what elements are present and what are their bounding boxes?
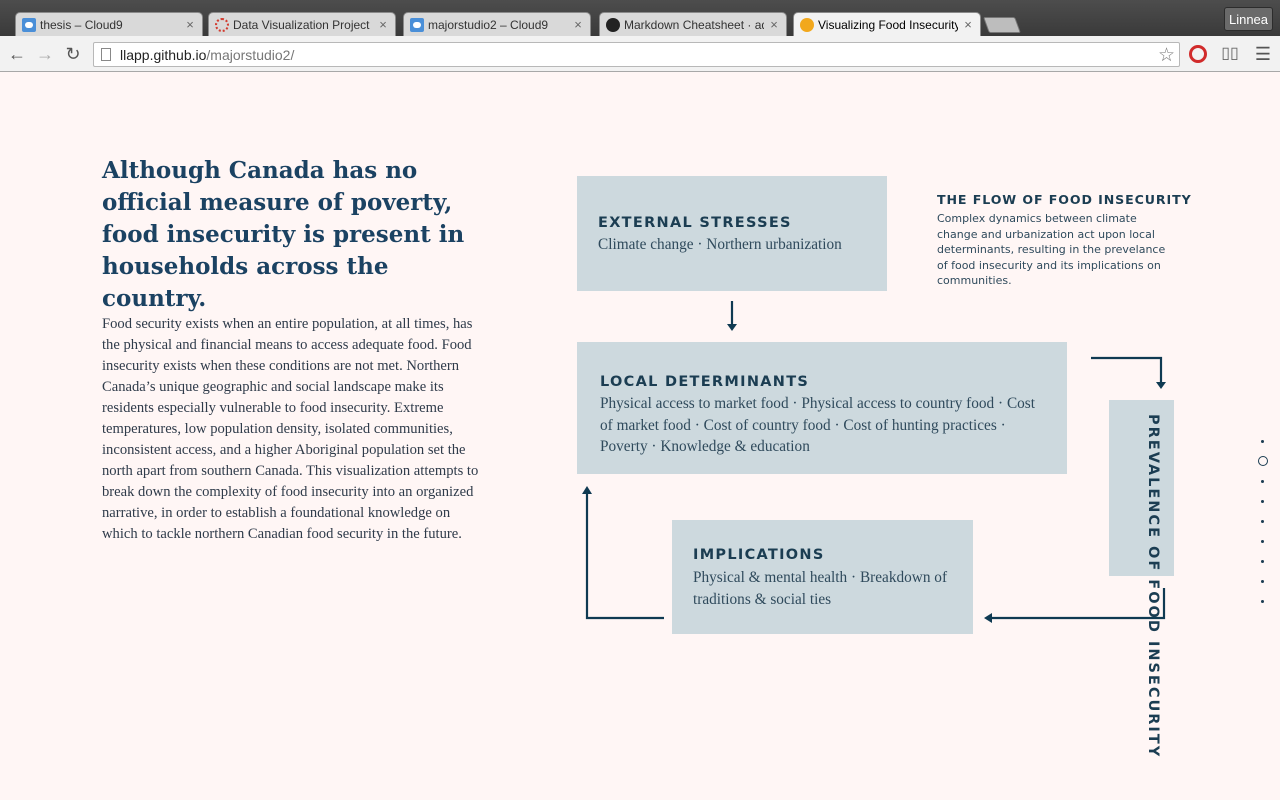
scroll-nav-dot[interactable] <box>1261 440 1264 443</box>
external-stresses-text: Climate change · Northern urbanization <box>598 236 842 253</box>
arrowhead-up <box>582 486 592 494</box>
new-tab-button[interactable] <box>983 17 1021 33</box>
scroll-nav-dot[interactable] <box>1261 580 1264 583</box>
tab-majorstudio2-cloud9[interactable]: majorstudio2 – Cloud9 × <box>403 12 591 36</box>
arrowhead-down <box>1156 382 1166 389</box>
arrow-local-to-prevalence <box>1091 356 1163 384</box>
bookmark-star-icon[interactable]: ☆ <box>1158 44 1175 67</box>
prevalence-box: PREVALENCE OF FOOD INSECURITY <box>1109 400 1174 758</box>
tab-data-visualization-project[interactable]: Data Visualization Project × <box>208 12 396 36</box>
cloud9-icon <box>410 17 424 32</box>
arrowhead-down <box>727 324 737 331</box>
tab-title: Markdown Cheatsheet · ad <box>624 17 764 32</box>
reader-extension-icon[interactable]: ▯▯ <box>1221 45 1239 63</box>
address-bar[interactable]: llapp.github.io/majorstudio2/ ☆ <box>93 42 1180 67</box>
close-icon[interactable]: × <box>377 17 389 32</box>
local-determinants-title: LOCAL DETERMINANTS <box>600 374 810 390</box>
close-icon[interactable]: × <box>768 17 780 32</box>
local-determinants-box: LOCAL DETERMINANTS Physical access to ma… <box>577 342 1067 474</box>
reload-icon[interactable]: ↻ <box>63 44 83 64</box>
scroll-nav-dot[interactable] <box>1261 600 1264 603</box>
arrow-implications-to-local <box>585 492 664 620</box>
browser-toolbar: ← → ↻ llapp.github.io/majorstudio2/ ☆ ▯▯… <box>0 36 1280 72</box>
scroll-nav-dot[interactable] <box>1261 520 1264 523</box>
tab-title: Data Visualization Project <box>233 17 370 32</box>
page-headline: Although Canada has no official measure … <box>102 157 465 312</box>
implications-box: IMPLICATIONS Physical & mental health · … <box>672 520 973 634</box>
orange-dot-icon <box>800 17 814 32</box>
tab-markdown-cheatsheet[interactable]: Markdown Cheatsheet · ad × <box>599 12 787 36</box>
implications-title: IMPLICATIONS <box>693 547 825 563</box>
tab-title: majorstudio2 – Cloud9 <box>428 17 549 32</box>
tab-title: thesis – Cloud9 <box>40 17 123 32</box>
opera-extension-icon[interactable] <box>1189 45 1207 63</box>
tab-strip: thesis – Cloud9 × Data Visualization Pro… <box>0 0 1280 36</box>
external-stresses-box: EXTERNAL STRESSES Climate change · North… <box>577 176 887 291</box>
scroll-nav-dot[interactable] <box>1261 480 1264 483</box>
close-icon[interactable]: × <box>184 17 196 32</box>
forward-arrow-icon[interactable]: → <box>35 44 55 64</box>
page-icon <box>101 48 111 61</box>
scroll-nav-dot[interactable] <box>1261 540 1264 543</box>
tab-title: Visualizing Food Insecurity <box>818 17 958 32</box>
scroll-nav-dot[interactable] <box>1261 560 1264 563</box>
profile-button[interactable]: Linnea <box>1224 7 1273 31</box>
arrowhead-left <box>984 613 992 623</box>
external-stresses-title: EXTERNAL STRESSES <box>598 215 792 231</box>
prevalence-title: PREVALENCE OF FOOD INSECURITY <box>1145 414 1161 759</box>
url-host: llapp.github.io <box>120 46 207 63</box>
back-arrow-icon[interactable]: ← <box>7 44 27 64</box>
diagram-heading: THE FLOW OF FOOD INSECURITY <box>937 192 1192 207</box>
intro-paragraph: Food security exists when an entire popu… <box>102 316 479 542</box>
url-path: /majorstudio2/ <box>206 46 295 63</box>
cloud9-icon <box>22 17 36 32</box>
implications-text: Physical & mental health · Breakdown of … <box>693 569 948 608</box>
scroll-nav-dot[interactable] <box>1261 500 1264 503</box>
loading-spinner-icon <box>215 17 229 32</box>
local-determinants-text: Physical access to market food · Physica… <box>600 395 1036 455</box>
scroll-nav-dot[interactable] <box>1258 456 1268 466</box>
tab-thesis-cloud9[interactable]: thesis – Cloud9 × <box>15 12 203 36</box>
diagram-description: Complex dynamics between climate change … <box>937 212 1166 287</box>
close-icon[interactable]: × <box>962 17 974 32</box>
close-icon[interactable]: × <box>572 17 584 32</box>
tab-visualizing-food-insecurity[interactable]: Visualizing Food Insecurity × <box>793 12 981 36</box>
menu-icon[interactable]: ☰ <box>1254 45 1272 63</box>
github-icon <box>606 17 620 32</box>
